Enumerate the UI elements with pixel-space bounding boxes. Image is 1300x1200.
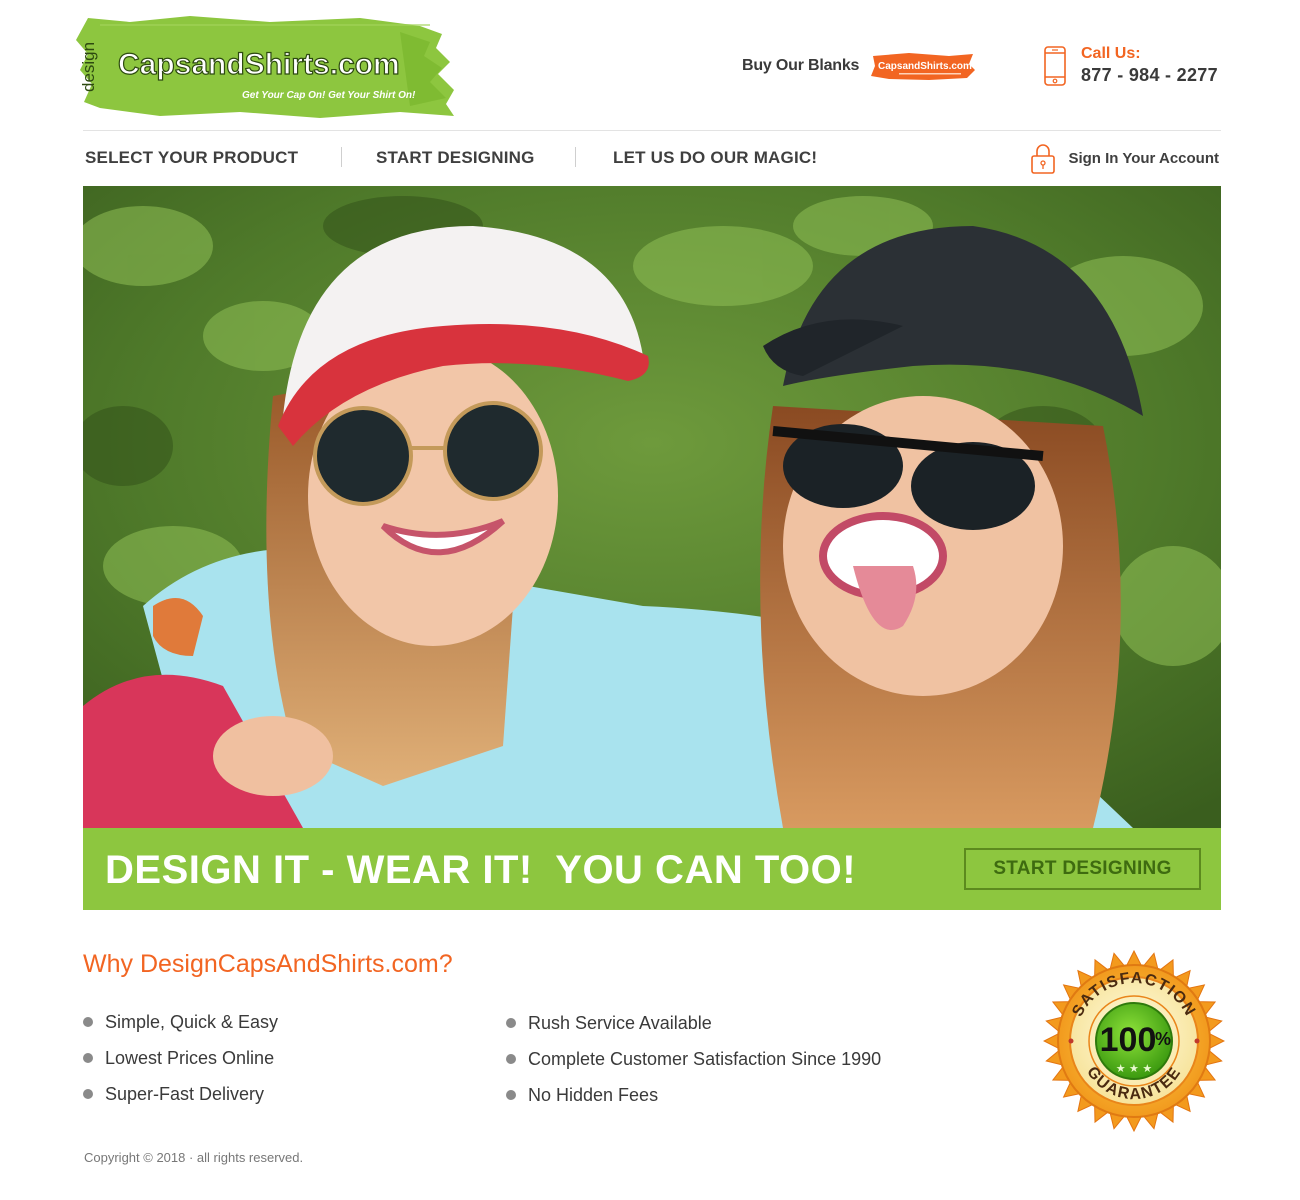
- phone-number[interactable]: 877 - 984 - 2277: [1081, 64, 1218, 86]
- feature-text: Simple, Quick & Easy: [105, 1011, 279, 1032]
- site-logo[interactable]: design CapsandShirts.com Get Your Cap On…: [70, 12, 458, 122]
- hero-photo-graphic: [83, 186, 1221, 828]
- logo-tagline: Get Your Cap On! Get Your Shirt On!: [242, 90, 416, 101]
- call-text: Call Us: 877 - 984 - 2277: [1081, 44, 1218, 86]
- feature-text: Rush Service Available: [528, 1012, 712, 1033]
- feature-list-left: Simple, Quick & Easy Lowest Prices Onlin…: [83, 1004, 278, 1112]
- nav-let-us-do-magic[interactable]: LET US DO OUR MAGIC!: [613, 148, 817, 168]
- feature-text: Lowest Prices Online: [105, 1047, 275, 1068]
- feature-item: Complete Customer Satisfaction Since 199…: [506, 1041, 881, 1077]
- bullet-icon: [83, 1089, 93, 1099]
- sign-in-link[interactable]: Sign In Your Account: [1030, 142, 1219, 174]
- mobile-phone-icon: [1044, 46, 1066, 86]
- sign-in-label: Sign In Your Account: [1068, 149, 1219, 167]
- feature-text: Complete Customer Satisfaction Since 199…: [528, 1048, 882, 1069]
- padlock-icon: [1031, 144, 1056, 174]
- hero-photo: [83, 186, 1221, 828]
- badge-percent: %: [1155, 1029, 1171, 1049]
- site-header: design CapsandShirts.com Get Your Cap On…: [0, 0, 1300, 130]
- feature-item: Lowest Prices Online: [83, 1040, 278, 1076]
- call-us[interactable]: Call Us: 877 - 984 - 2277: [1043, 44, 1218, 86]
- feature-item: Simple, Quick & Easy: [83, 1004, 278, 1040]
- badge-value: 100: [1100, 1021, 1157, 1059]
- blanks-logo: CapsandShirts.com: [871, 53, 976, 80]
- cta-banner: DESIGN IT - WEAR IT! YOU CAN TOO! START …: [83, 828, 1221, 910]
- badge-stars-icon: ★ ★ ★: [1116, 1062, 1153, 1075]
- feature-list-right: Rush Service Available Complete Customer…: [506, 1005, 881, 1113]
- copyright-text: Copyright © 2018 · all rights reserved.: [84, 1150, 304, 1165]
- blanks-logo-text: CapsandShirts.com: [878, 61, 972, 72]
- feature-item: Super-Fast Delivery: [83, 1076, 278, 1112]
- bullet-icon: [83, 1053, 93, 1063]
- feature-text: No Hidden Fees: [528, 1084, 659, 1105]
- buy-blanks-link[interactable]: Buy Our Blanks CapsandShirts.com: [742, 50, 977, 82]
- feature-item: No Hidden Fees: [506, 1077, 881, 1113]
- guarantee-seal-icon: SATISFACTION GUARANTEE 100 % ★ ★ ★: [1043, 950, 1225, 1132]
- bullet-icon: [506, 1090, 516, 1100]
- logo-name: CapsandShirts.com: [118, 48, 400, 81]
- logo-graphic: design CapsandShirts.com Get Your Cap On…: [76, 16, 454, 118]
- nav-start-designing[interactable]: START DESIGNING: [376, 148, 535, 168]
- feature-text: Super-Fast Delivery: [105, 1083, 265, 1104]
- bullet-icon: [506, 1054, 516, 1064]
- satisfaction-guarantee-badge: SATISFACTION GUARANTEE 100 % ★ ★ ★: [1043, 950, 1225, 1132]
- buy-blanks-label: Buy Our Blanks: [742, 57, 860, 74]
- start-designing-button[interactable]: START DESIGNING: [964, 848, 1201, 890]
- bullet-icon: [83, 1017, 93, 1027]
- why-heading: Why DesignCapsAndShirts.com?: [83, 950, 453, 978]
- logo-prefix: design: [79, 42, 98, 92]
- nav-divider: [575, 147, 576, 167]
- banner-headline: DESIGN IT - WEAR IT! YOU CAN TOO!: [105, 848, 857, 892]
- nav-select-product[interactable]: SELECT YOUR PRODUCT: [85, 148, 298, 168]
- call-label: Call Us:: [1081, 45, 1141, 62]
- main-nav: SELECT YOUR PRODUCT START DESIGNING LET …: [83, 130, 1221, 186]
- feature-item: Rush Service Available: [506, 1005, 881, 1041]
- nav-divider: [341, 147, 342, 167]
- bullet-icon: [506, 1018, 516, 1028]
